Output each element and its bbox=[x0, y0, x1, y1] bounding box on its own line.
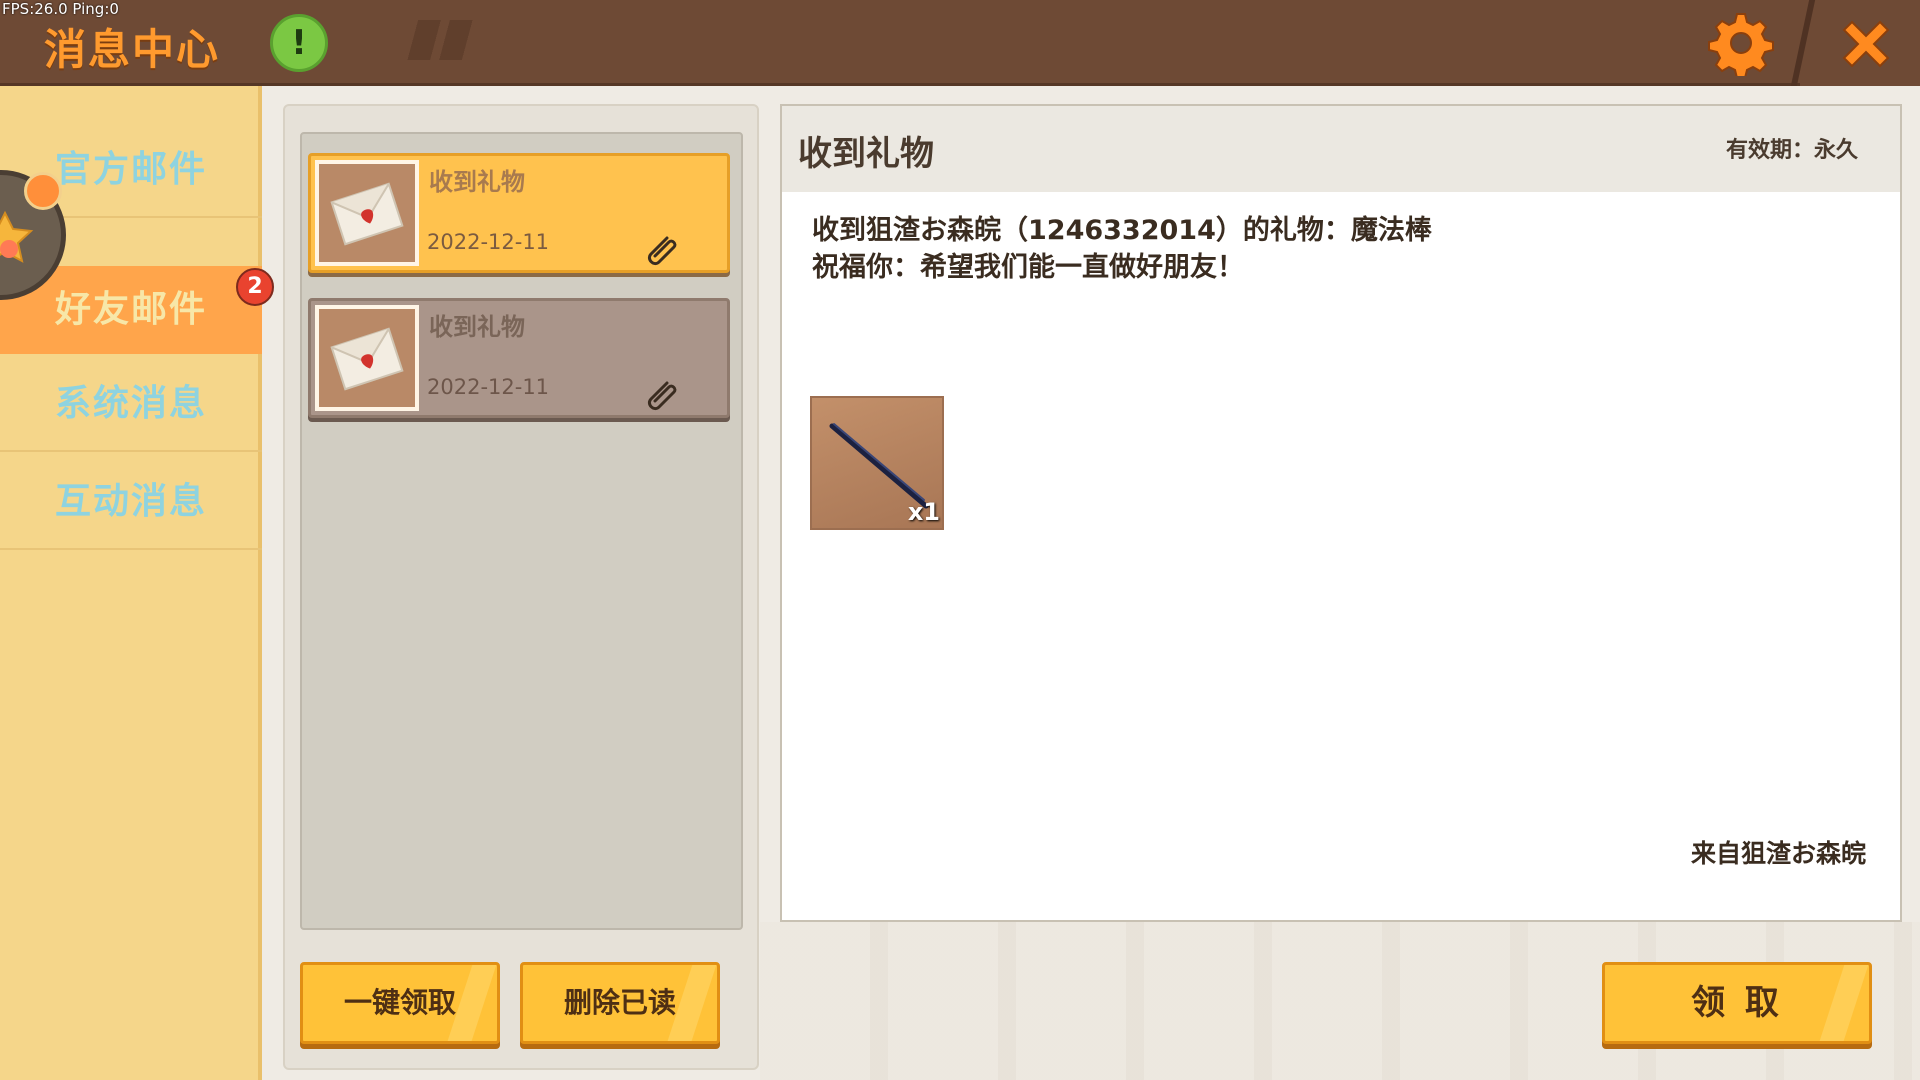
unread-badge: 2 bbox=[236, 268, 274, 306]
page-title: 消息中心 bbox=[44, 25, 221, 74]
item-quantity: x1 bbox=[907, 498, 940, 526]
envelope-icon bbox=[315, 305, 419, 411]
paperclip-icon bbox=[647, 236, 677, 266]
mail-detail-header: 收到礼物 有效期：永久 bbox=[782, 106, 1900, 192]
validity-text: 有效期：永久 bbox=[1725, 138, 1858, 163]
mail-date: 2022-12-11 bbox=[427, 375, 550, 399]
mail-body: 收到狙渣お森皖（1246332014）的礼物：魔法棒 祝福你：希望我们能一直做好… bbox=[812, 212, 1432, 286]
gift-item-slot[interactable]: x1 bbox=[810, 396, 944, 530]
alert-icon[interactable]: ! bbox=[270, 14, 328, 72]
delete-read-button[interactable]: 删除已读 bbox=[520, 962, 720, 1044]
paperclip-icon bbox=[647, 381, 677, 411]
mail-date: 2022-12-11 bbox=[427, 230, 550, 254]
sidebar-item-interaction-messages[interactable]: 互动消息 bbox=[0, 454, 262, 550]
mail-item-read[interactable]: 收到礼物 2022-12-11 bbox=[308, 298, 730, 418]
gear-icon[interactable] bbox=[1708, 10, 1774, 76]
top-bar: FPS:26.0 Ping:0 消息中心 ! bbox=[0, 0, 1920, 86]
sender-text: 来自狙渣お森皖 bbox=[1690, 839, 1866, 868]
sidebar-item-system-messages[interactable]: 系统消息 bbox=[0, 356, 262, 452]
mail-title: 收到礼物 bbox=[429, 313, 525, 341]
mail-title: 收到礼物 bbox=[429, 168, 525, 196]
mail-body-line: 收到狙渣お森皖（1246332014）的礼物：魔法棒 bbox=[812, 215, 1432, 246]
envelope-icon bbox=[315, 160, 419, 266]
close-icon[interactable] bbox=[1836, 14, 1896, 74]
avatar-status-dot bbox=[24, 172, 62, 210]
mail-detail-title: 收到礼物 bbox=[798, 134, 934, 174]
claim-all-button[interactable]: 一键领取 bbox=[300, 962, 500, 1044]
header-decoration bbox=[400, 20, 480, 60]
mail-body-line: 祝福你：希望我们能一直做好朋友！ bbox=[812, 252, 1244, 283]
claim-button[interactable]: 领 取 bbox=[1602, 962, 1872, 1044]
mail-item-selected[interactable]: 收到礼物 2022-12-11 bbox=[308, 153, 730, 273]
mail-detail-panel: 收到礼物 有效期：永久 收到狙渣お森皖（1246332014）的礼物：魔法棒 祝… bbox=[780, 104, 1902, 922]
